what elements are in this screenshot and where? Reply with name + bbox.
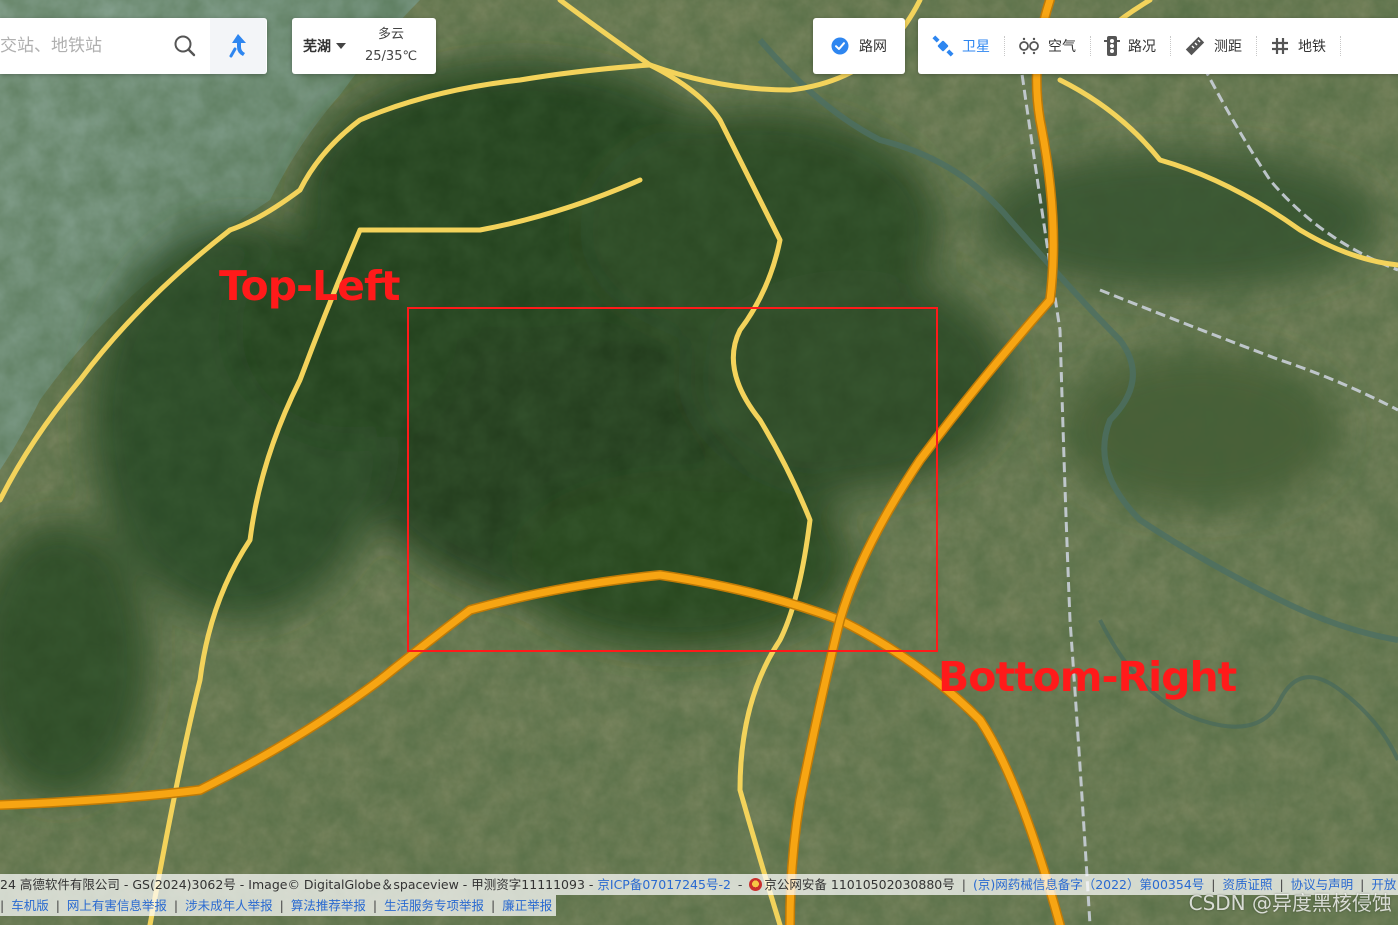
ruler-icon — [1185, 36, 1205, 56]
search-input[interactable] — [0, 26, 160, 66]
icp-link[interactable]: 京ICP备07017245号-2 — [597, 877, 731, 892]
city-selector[interactable]: 芜湖 — [292, 36, 365, 56]
satellite-icon — [932, 35, 954, 57]
air-icon — [1019, 37, 1039, 55]
copyright-text: 24 高德软件有限公司 - GS(2024)3062号 - Image© Dig… — [0, 877, 594, 892]
tool-subway[interactable]: 地铁 — [1256, 18, 1340, 74]
tool-label: 卫星 — [962, 39, 990, 55]
bottom-right-label: Bottom-Right — [938, 653, 1237, 701]
search-bar — [0, 18, 267, 74]
top-left-label: Top-Left — [219, 262, 400, 310]
weather-temperature: 25/35℃ — [365, 49, 418, 64]
toolbar-divider — [1340, 18, 1368, 74]
tool-air[interactable]: 空气 — [1004, 18, 1090, 74]
footer-link[interactable]: 生活服务专项举报 — [384, 898, 484, 913]
footer-link[interactable]: 车机版 — [11, 898, 49, 913]
footer-link[interactable]: 廉正举报 — [502, 898, 552, 913]
tool-traffic[interactable]: 路况 — [1090, 18, 1170, 74]
csdn-watermark: CSDN @异度黑核侵蚀 — [1188, 891, 1392, 915]
tool-label: 测距 — [1214, 39, 1242, 55]
check-circle-icon — [831, 37, 849, 55]
roadnet-label: 路网 — [859, 39, 887, 55]
selection-rectangle — [407, 307, 938, 652]
tool-label: 路况 — [1128, 39, 1156, 55]
map-toolbar: 卫星 空气 路况 测距 地铁 — [918, 18, 1398, 74]
footer-link[interactable]: 涉未成年人举报 — [185, 898, 273, 913]
weather-condition: 多云 — [378, 27, 405, 42]
route-button[interactable] — [210, 18, 266, 74]
city-name: 芜湖 — [303, 39, 331, 55]
tool-label: 地铁 — [1298, 39, 1326, 55]
medical-link[interactable]: (京)网药械信息备字（2022）第00354号 — [973, 877, 1204, 892]
search-button[interactable] — [160, 18, 210, 74]
weather-widget: 芜湖 多云 25/35℃ — [292, 18, 436, 74]
roadnet-toggle[interactable]: 路网 — [813, 18, 905, 74]
subway-icon — [1272, 38, 1288, 54]
police-record: 京公网安备 11010502030880号 — [764, 877, 955, 892]
search-icon — [174, 35, 196, 57]
tool-measure[interactable]: 测距 — [1170, 18, 1256, 74]
footer-line-2: | 车机版 | 网上有害信息举报 | 涉未成年人举报 | 算法推荐举报 | 生活… — [0, 895, 557, 916]
police-badge-icon — [749, 878, 763, 891]
caret-down-icon — [336, 43, 346, 49]
footer-link[interactable]: 网上有害信息举报 — [67, 898, 167, 913]
traffic-light-icon — [1104, 36, 1120, 56]
route-arrow-icon — [229, 34, 246, 58]
weather-info: 多云 25/35℃ — [365, 24, 417, 68]
tool-label: 空气 — [1048, 39, 1076, 55]
footer-link[interactable]: 算法推荐举报 — [291, 898, 366, 913]
tool-satellite[interactable]: 卫星 — [918, 18, 1004, 74]
